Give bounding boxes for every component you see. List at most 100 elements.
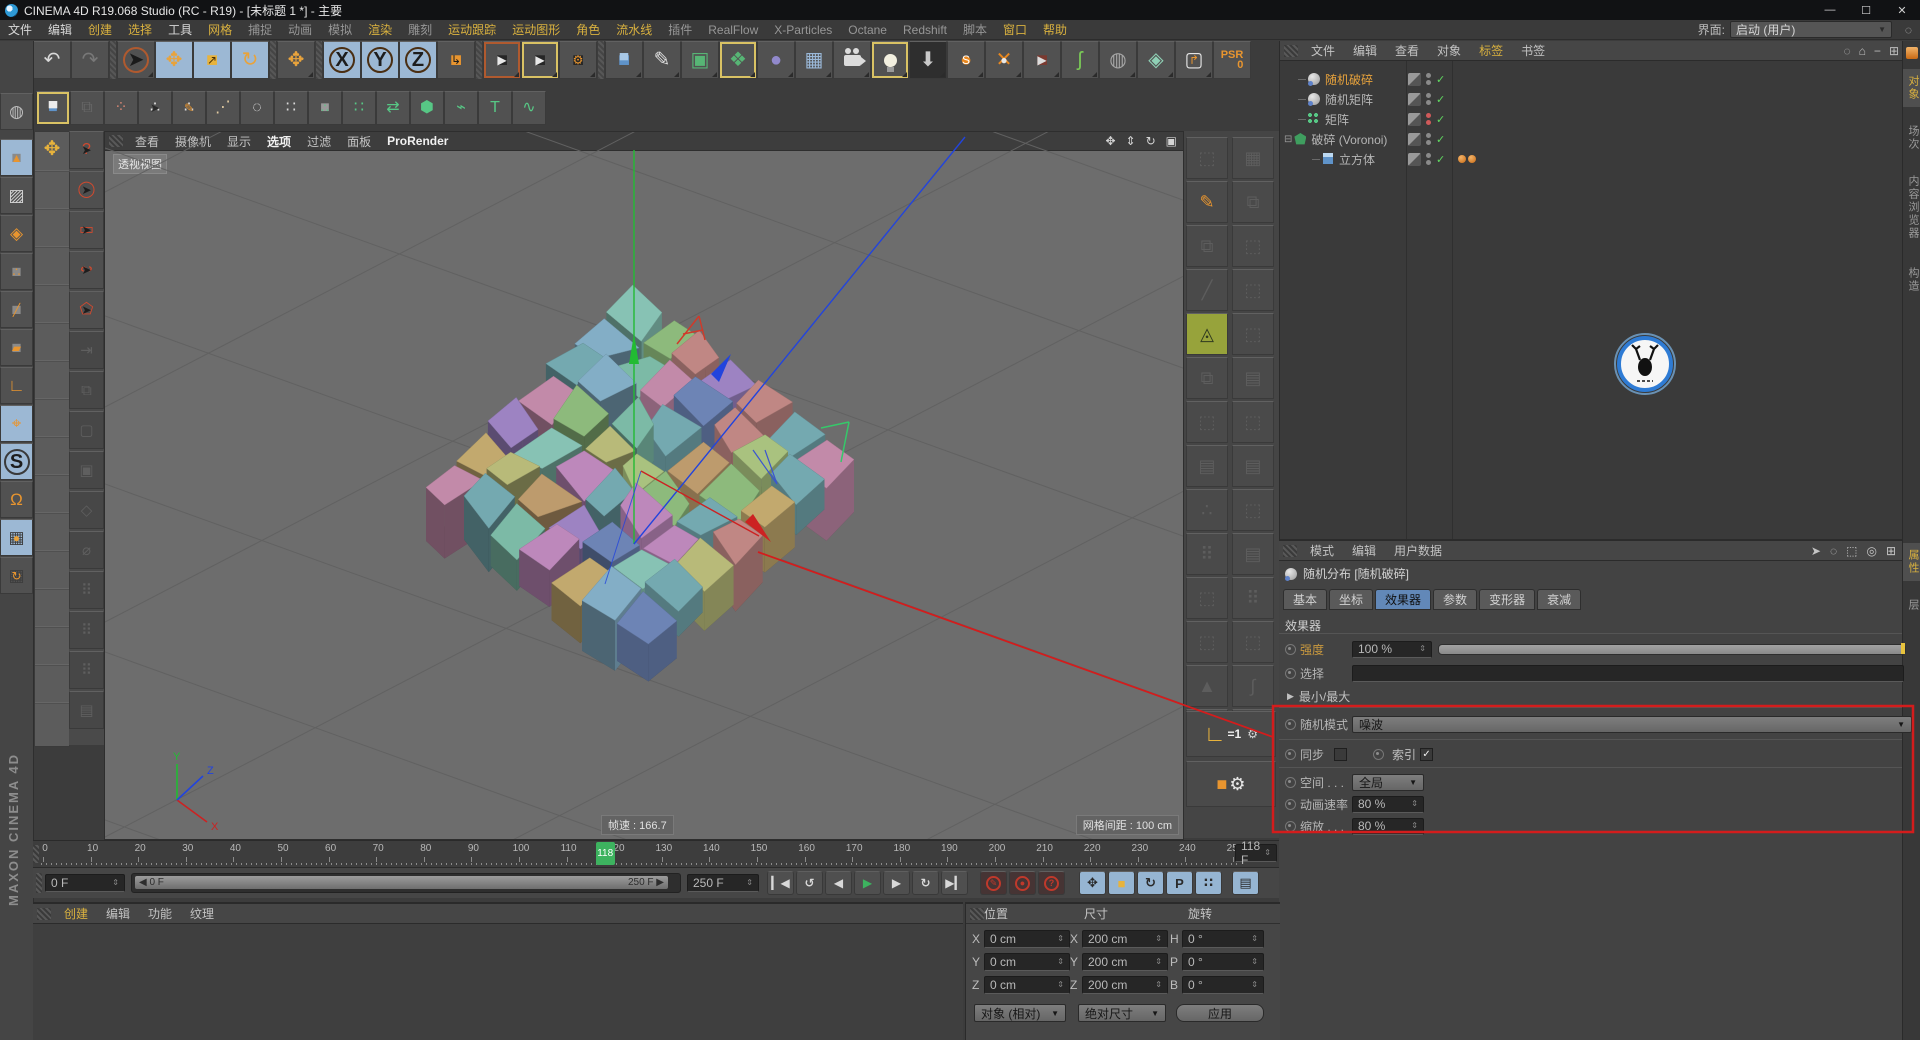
key-rotation-toggle[interactable]: ↻ [1137,871,1164,895]
tab-衰减[interactable]: 衰减 [1537,589,1582,610]
side-tab-对象[interactable]: 对象 [1903,69,1920,107]
plugin-bean-button[interactable]: ʃ [1061,41,1099,79]
render-picture-viewer-button[interactable]: ■ ▶ [521,41,559,79]
minmax-group[interactable]: ▶ 最小/最大 [1287,688,1350,705]
om-menu-对象[interactable]: 对象 [1428,42,1470,59]
swap-cubes-button[interactable]: ⇄ [376,91,410,125]
om-menu-文件[interactable]: 文件 [1302,42,1344,59]
modeling-tool-button[interactable]: ▤ [1232,533,1274,575]
new-window-icon[interactable]: ⊞ [1886,544,1896,558]
lasso-select-button[interactable]: ∾ ➤ [69,251,104,289]
modeling-tool-button[interactable]: ⬚ [1232,225,1274,267]
axis-scale-button[interactable]: ∟ =1 ⚙ [1186,711,1276,757]
coord-field[interactable]: 0 cm ⇕ [984,930,1070,948]
polygons-mode-button[interactable]: ■ ▰ [0,329,33,366]
spline-pen-button[interactable]: ✎ [643,41,681,79]
light-button[interactable] [871,41,909,79]
visibility-dot-icon[interactable] [1426,140,1431,145]
rotate-tool-button[interactable]: ↻ [231,41,269,79]
visibility-dot-icon[interactable] [1426,153,1431,158]
anim-dot-icon[interactable] [1373,748,1384,760]
key-pla-toggle[interactable]: ∷ [1195,871,1222,895]
menu-item-渲染[interactable]: 渲染 [360,21,400,38]
visibility-dots[interactable] [1426,133,1431,145]
poly-select-button[interactable]: ⬠ ➤ [69,291,104,329]
anim-dot-icon[interactable] [1285,820,1296,832]
visibility-dot-icon[interactable] [1426,73,1431,78]
range-bar[interactable]: ◀ 0 F 250 F ▶ [135,876,668,889]
visibility-dot-icon[interactable] [1426,160,1431,165]
om-menu-查看[interactable]: 查看 [1386,42,1428,59]
tab-参数[interactable]: 参数 [1433,589,1478,610]
menu-item-模拟[interactable]: 模拟 [320,21,360,38]
coord-mode-dropdown[interactable]: 对象 (相对) ▼ [974,1004,1066,1022]
anim-dot-icon[interactable] [1285,748,1296,760]
table-row[interactable]: 随机破碎 ✓ [1280,69,1903,89]
tab-坐标[interactable]: 坐标 [1329,589,1374,610]
path-dots-button[interactable]: ⋰ [206,91,240,125]
side-tab-属性[interactable]: 属性 [1903,543,1920,581]
modeling-tool-button[interactable]: ▣ [69,451,104,489]
menu-item-脚本[interactable]: 脚本 [955,21,995,38]
home-icon[interactable]: ⌂ [1859,44,1866,58]
om-menu-编辑[interactable]: 编辑 [1344,42,1386,59]
coord-field[interactable]: 0 cm ⇕ [984,976,1070,994]
sound-button[interactable]: ● S [947,41,985,79]
palette-move-button[interactable]: ✥ [35,132,69,166]
attr-menu-编辑[interactable]: 编辑 [1343,542,1385,559]
modeling-tool-button[interactable]: ⬚ [1186,621,1228,663]
modeling-tool-button[interactable]: ⧉ [1232,181,1274,223]
prev-key-button[interactable]: ↺ [796,871,823,895]
om-menu-标签[interactable]: 标签 [1470,42,1512,59]
texture-mode-button[interactable]: ▨ [0,177,33,214]
key-position-toggle[interactable]: ✥ [1079,871,1106,895]
scale-tool-button[interactable]: ■ ↗ [193,41,231,79]
workplane-rotate-button[interactable]: ▦ ↻ [0,557,33,594]
value-field[interactable]: 80 % ⇕ [1352,817,1424,835]
value-field[interactable]: 100 % ⇕ [1352,640,1432,658]
crossed-points-button[interactable]: ⁘ [104,91,138,125]
modeling-tool-button[interactable]: ✎ [1186,181,1228,223]
layer-toggle-icon[interactable] [1408,72,1421,86]
tab-基本[interactable]: 基本 [1283,589,1328,610]
workplane-settings-button[interactable]: ■ ⚙ [1186,761,1276,807]
side-tab-构造[interactable]: 构造 [1903,261,1920,299]
point-select-button[interactable]: ∴ ➤ [138,91,172,125]
magnet-button[interactable]: Ω [0,481,33,518]
table-row[interactable]: 矩阵 ✓ [1280,109,1903,129]
key-parameter-toggle[interactable]: P [1166,871,1193,895]
stepper-icon[interactable]: ⇕ [1155,958,1162,966]
wire-sphere-button[interactable]: ◍ [1099,41,1137,79]
menu-item-选择[interactable]: 选择 [120,21,160,38]
enabled-check-icon[interactable]: ✓ [1436,113,1445,126]
mat-menu-纹理[interactable]: 纹理 [181,905,223,922]
modeling-tool-button[interactable]: ⬚ [1232,269,1274,311]
visibility-dots[interactable] [1426,73,1431,85]
menu-item-插件[interactable]: 插件 [660,21,700,38]
menu-item-捕捉[interactable]: 捕捉 [240,21,280,38]
modeling-tool-button[interactable]: ⬚ [1186,137,1228,179]
coord-field[interactable]: 0 ° ⇕ [1182,930,1264,948]
layer-toggle-icon[interactable] [1408,132,1421,146]
workplane-button[interactable]: ◈ [0,215,33,252]
tag-icons[interactable] [1458,155,1477,163]
keyframe-selection-button[interactable]: ▤ [1232,871,1259,895]
modeling-tool-button[interactable]: ◇ [69,491,104,529]
xparticles-button[interactable]: ✕ ● [985,41,1023,79]
visibility-dot-icon[interactable] [1426,80,1431,85]
object-label[interactable]: 随机破碎 [1325,71,1373,88]
menu-item-网格[interactable]: 网格 [200,21,240,38]
layer-toggle-icon[interactable] [1408,152,1421,166]
coord-field[interactable]: 0 ° ⇕ [1182,953,1264,971]
redo-button[interactable]: ↷ [71,41,109,79]
menu-item-编辑[interactable]: 编辑 [40,21,80,38]
modeling-tool-button[interactable]: ⬚ [1232,313,1274,355]
range-slider[interactable]: ◀ 0 F 250 F ▶ [131,873,681,893]
modeling-tool-button[interactable]: ▤ [1232,445,1274,487]
help-tool-button[interactable]: ? ➤ [69,131,104,169]
tag-dot-icon[interactable] [1458,155,1467,163]
modeling-tool-button[interactable]: ⠿ [1232,577,1274,619]
enabled-check-icon[interactable]: ✓ [1436,133,1445,146]
layer-toggle-icon[interactable] [1408,92,1421,106]
stepper-icon[interactable]: ⇕ [1264,849,1271,857]
